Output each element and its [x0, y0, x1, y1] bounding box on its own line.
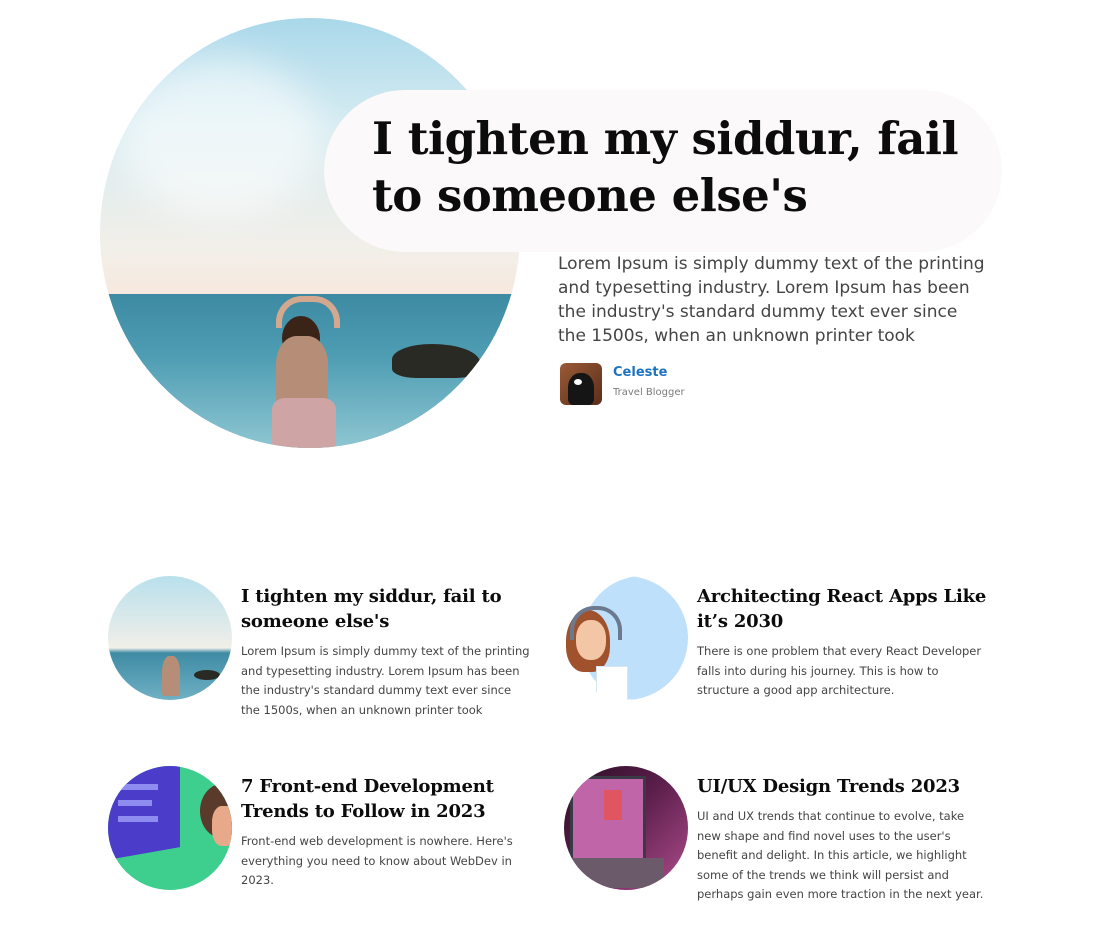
post-card: 7 Front-end Development Trends to Follow… — [108, 766, 548, 916]
hero-title[interactable]: I tighten my siddur, fail to someone els… — [372, 110, 972, 224]
thumb-screen — [108, 766, 180, 861]
post-title[interactable]: I tighten my siddur, fail to someone els… — [241, 584, 541, 634]
post-excerpt: Lorem Ipsum is simply dummy text of the … — [241, 644, 530, 717]
thumb-keyboard — [564, 858, 664, 888]
rock — [392, 344, 480, 378]
woman-body — [276, 336, 328, 406]
thumb-figure — [162, 656, 180, 696]
post-thumbnail[interactable] — [564, 766, 688, 890]
hero-excerpt: Lorem Ipsum is simply dummy text of the … — [558, 254, 985, 346]
post-excerpt: UI and UX trends that continue to evolve… — [697, 809, 984, 901]
thumb-code-line — [118, 800, 152, 806]
author-avatar[interactable] — [560, 363, 602, 405]
thumb-ui-panel — [604, 790, 622, 820]
post-thumbnail[interactable] — [564, 576, 688, 700]
author-role: Travel Blogger — [613, 387, 685, 398]
thumb-person-face — [212, 806, 232, 846]
post-title[interactable]: Architecting React Apps Like it’s 2030 — [697, 584, 997, 634]
post-title[interactable]: 7 Front-end Development Trends to Follow… — [241, 774, 541, 824]
post-excerpt: Front-end web development is nowhere. He… — [241, 834, 513, 887]
post-thumbnail[interactable] — [108, 766, 232, 890]
thumb-code-line — [118, 816, 158, 822]
thumb-code-line — [118, 784, 158, 790]
avatar-eye — [574, 379, 582, 385]
author-name-link[interactable]: Celeste — [613, 365, 667, 380]
thumb-rock — [194, 670, 220, 680]
woman-skirt — [272, 398, 336, 448]
post-card: I tighten my siddur, fail to someone els… — [108, 576, 548, 726]
author-block: Celeste Travel Blogger — [560, 363, 760, 405]
avatar-cat-figure — [568, 373, 594, 405]
post-card: Architecting React Apps Like it’s 2030 T… — [564, 576, 1004, 726]
sky-haze — [120, 58, 320, 218]
thumb-shirt — [596, 666, 628, 700]
post-thumbnail[interactable] — [108, 576, 232, 700]
post-title[interactable]: UI/UX Design Trends 2023 — [697, 774, 997, 799]
post-card: UI/UX Design Trends 2023 UI and UX trend… — [564, 766, 1004, 916]
post-excerpt: There is one problem that every React De… — [697, 644, 982, 697]
